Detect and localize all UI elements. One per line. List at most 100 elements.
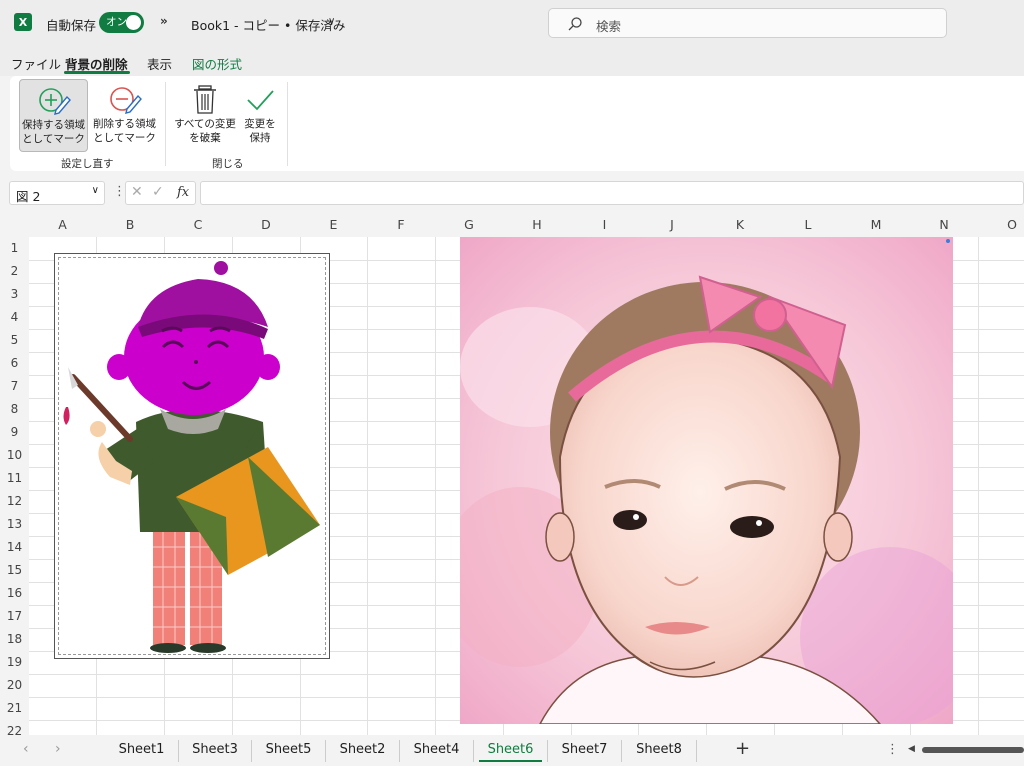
row-header-6[interactable]: 6 [0,352,29,375]
row-header-7[interactable]: 7 [0,375,29,398]
column-header-F[interactable]: F [367,213,435,237]
discard-all-changes-button[interactable]: すべての変更 を破棄 [172,79,238,152]
add-sheet-button[interactable]: + [735,738,750,759]
column-header-J[interactable]: J [638,213,706,237]
row-header-9[interactable]: 9 [0,421,29,444]
document-title[interactable]: Book1 - コピー • 保存済み [191,15,345,34]
column-header-K[interactable]: K [706,213,774,237]
row-header-11[interactable]: 11 [0,467,29,490]
autosave-toggle[interactable]: オン [99,12,144,33]
picture-2-selection[interactable] [54,253,330,659]
insert-function-icon[interactable]: fx [177,185,189,200]
scrollbar-thumb[interactable] [922,747,1024,753]
keep-changes-label-2: 保持 [249,132,271,144]
worksheet-grid[interactable]: 22 21 20 19 18 17 16 15 14 13 12 11 10 9 8 7 6 5 4 3 2 1 O N M L K… [0,213,1024,735]
sheet-tab-sheet1[interactable]: Sheet1 [105,740,179,762]
sheet-tab-label: Sheet8 [636,742,682,757]
column-header-I[interactable]: I [571,213,638,237]
row-header-17[interactable]: 17 [0,605,29,628]
chevron-down-icon[interactable]: ∨ [92,185,99,196]
row-header-22[interactable]: 22 [0,720,29,735]
row-header-8[interactable]: 8 [0,398,29,421]
mark-areas-to-remove-button[interactable]: 削除する領域 としてマーク [90,79,159,152]
trash-icon [194,85,216,114]
baby-portrait-illustration [460,237,953,724]
sheet-tab-label: Sheet6 [487,742,534,757]
name-box[interactable]: 図 2 ∨ [9,181,105,205]
sheet-tab-label: Sheet7 [561,742,608,757]
column-header-M[interactable]: M [842,213,910,237]
scroll-left-icon[interactable]: ◀ [908,744,915,754]
row-header-2[interactable]: 2 [0,260,29,283]
keep-label-2: としてマーク [22,133,85,145]
active-tab-indicator [64,71,130,74]
column-header-E[interactable]: E [300,213,367,237]
column-header-L[interactable]: L [774,213,842,237]
column-header-G[interactable]: G [435,213,503,237]
sheet-tab-bar: ‹ › Sheet1 Sheet3 Sheet5 Sheet2 Sheet4 Sheet6… [0,735,1024,766]
formula-input[interactable] [200,181,1024,205]
cancel-icon[interactable]: ✕ [131,184,143,200]
tab-file[interactable]: ファイル [11,54,61,73]
column-header-H[interactable]: H [503,213,571,237]
sheet-tab-label: Sheet3 [192,742,238,757]
sheet-tab-label: Sheet4 [413,742,460,757]
keep-label-1: 保持する領域 [22,119,85,131]
gridline [978,237,979,735]
keep-changes-button[interactable]: 変更を 保持 [239,79,281,152]
baby-portrait-image[interactable] [460,237,953,724]
column-header-B[interactable]: B [96,213,164,237]
row-header-12[interactable]: 12 [0,490,29,513]
row-header-18[interactable]: 18 [0,628,29,651]
double-chevron-icon[interactable]: » [160,14,168,28]
select-all-corner[interactable] [0,213,29,237]
plus-pencil-icon [38,88,71,115]
sheet-tab-sheet2[interactable]: Sheet2 [326,740,400,762]
minus-pencil-icon [109,87,142,114]
horizontal-scrollbar[interactable]: ◀ [908,744,1024,756]
gridline [367,237,368,735]
row-header-19[interactable]: 19 [0,651,29,674]
row-header-15[interactable]: 15 [0,559,29,582]
confirm-icon[interactable]: ✓ [152,184,164,200]
row-header-20[interactable]: 20 [0,674,29,697]
chevron-down-icon[interactable]: ∨ [328,16,335,27]
next-sheet-icon[interactable]: › [55,741,61,757]
row-header-5[interactable]: 5 [0,329,29,352]
search-box[interactable]: 検索 [548,8,947,38]
group-label-close: 閉じる [212,158,244,170]
row-header-14[interactable]: 14 [0,536,29,559]
row-header-13[interactable]: 13 [0,513,29,536]
column-header-O[interactable]: O [978,213,1024,237]
row-header-16[interactable]: 16 [0,582,29,605]
remove-label-1: 削除する領域 [93,118,156,130]
sheet-tab-sheet5[interactable]: Sheet5 [252,740,326,762]
column-header-N[interactable]: N [910,213,978,237]
sheet-tab-sheet8[interactable]: Sheet8 [622,740,697,762]
sheet-tab-sheet6[interactable]: Sheet6 [474,740,548,762]
column-header-C[interactable]: C [164,213,232,237]
group-separator [165,82,166,166]
tab-picture-format[interactable]: 図の形式 [192,54,242,73]
sheet-tab-sheet4[interactable]: Sheet4 [400,740,474,762]
prev-sheet-icon[interactable]: ‹ [23,741,29,757]
row-header-21[interactable]: 21 [0,697,29,720]
remove-label-2: としてマーク [93,132,156,144]
row-header-4[interactable]: 4 [0,306,29,329]
column-header-A[interactable]: A [29,213,96,237]
row-header-10[interactable]: 10 [0,444,29,467]
toggle-knob [126,15,141,30]
more-options-icon[interactable]: ⋮ [886,742,899,757]
sheet-tab-sheet3[interactable]: Sheet3 [179,740,252,762]
tab-view[interactable]: 表示 [147,54,172,73]
painter-boy-illustration [63,261,320,653]
row-header-1[interactable]: 1 [0,237,29,260]
active-sheet-indicator [479,760,542,762]
sheet-tab-label: Sheet1 [118,742,165,757]
column-header-D[interactable]: D [232,213,300,237]
row-header-3[interactable]: 3 [0,283,29,306]
mark-areas-to-keep-button[interactable]: 保持する領域 としてマーク [19,79,88,152]
sheet-tab-sheet7[interactable]: Sheet7 [548,740,622,762]
excel-window: X 自動保存 オン » Book1 - コピー • 保存済み ∨ 検索 ファイル… [0,0,1024,766]
checkmark-icon [247,90,274,111]
